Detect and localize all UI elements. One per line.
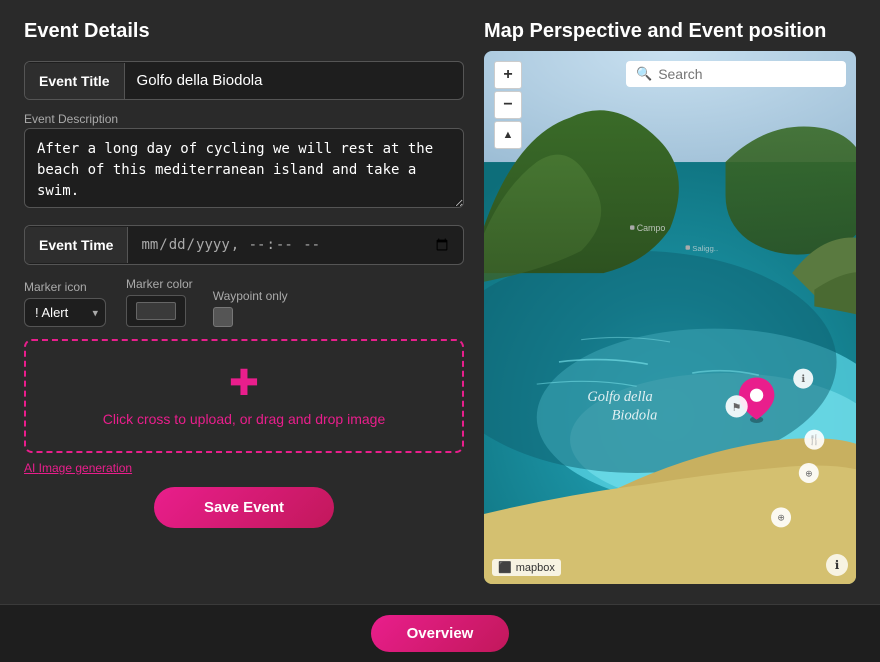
- marker-icon-select-wrapper[interactable]: ! Alert 📍 Pin ⭐ Star: [24, 298, 106, 327]
- marker-color-picker[interactable]: [126, 295, 186, 327]
- event-description-label: Event Description: [24, 112, 464, 126]
- poi-marker-1[interactable]: ⚑: [726, 395, 748, 417]
- overview-button[interactable]: Overview: [371, 615, 510, 652]
- left-panel-title: Event Details: [24, 20, 464, 43]
- event-time-label: Event Time: [25, 227, 128, 263]
- svg-text:Campo: Campo: [637, 223, 666, 233]
- color-inner: [136, 302, 176, 320]
- mapbox-attribution: ⬛ mapbox: [492, 559, 561, 576]
- marker-icon-label: Marker icon: [24, 280, 106, 294]
- left-panel: Event Details Event Title Event Descript…: [24, 20, 464, 584]
- map-svg: Golfo della Biodola ⚑ ℹ: [484, 51, 856, 584]
- upload-text: Click cross to upload, or drag and drop …: [103, 411, 385, 427]
- upload-area[interactable]: ✚ Click cross to upload, or drag and dro…: [24, 339, 464, 453]
- svg-text:⊕: ⊕: [805, 468, 812, 478]
- marker-row: Marker icon ! Alert 📍 Pin ⭐ Star Marker …: [24, 277, 464, 327]
- map-title: Map Perspective and Event position: [484, 20, 856, 43]
- info-button[interactable]: ℹ: [826, 554, 848, 576]
- poi-marker-2[interactable]: ℹ: [793, 369, 813, 389]
- poi-marker-3[interactable]: 🍴: [804, 430, 824, 450]
- event-description-textarea[interactable]: After a long day of cycling we will rest…: [24, 128, 464, 208]
- svg-text:🍴: 🍴: [808, 433, 820, 446]
- map-search-input[interactable]: [658, 66, 836, 82]
- right-panel: Map Perspective and Event position: [484, 20, 856, 584]
- marker-color-label: Marker color: [126, 277, 193, 291]
- waypoint-only-group: Waypoint only: [213, 289, 288, 327]
- save-event-button[interactable]: Save Event: [154, 487, 334, 528]
- svg-text:Biodola: Biodola: [612, 408, 658, 424]
- poi-marker-5[interactable]: ⊕: [771, 507, 791, 527]
- zoom-out-button[interactable]: −: [494, 91, 522, 119]
- mapbox-logo: ⬛: [498, 561, 512, 574]
- event-time-row: Event Time: [24, 225, 464, 265]
- ai-link-text[interactable]: Image generation: [39, 461, 132, 475]
- svg-text:ℹ: ℹ: [801, 374, 805, 385]
- bottom-bar: Overview: [0, 604, 880, 662]
- svg-text:Saligg..: Saligg..: [692, 244, 718, 253]
- event-description-group: Event Description After a long day of cy…: [24, 112, 464, 213]
- search-icon: 🔍: [636, 66, 652, 82]
- event-title-label: Event Title: [25, 63, 125, 99]
- map-container[interactable]: Golfo della Biodola ⚑ ℹ: [484, 51, 856, 584]
- poi-marker-4[interactable]: ⊕: [799, 463, 819, 483]
- compass-button[interactable]: ▲: [494, 121, 522, 149]
- svg-text:Golfo della: Golfo della: [587, 389, 652, 405]
- svg-text:⊕: ⊕: [777, 513, 784, 523]
- marker-icon-select[interactable]: ! Alert 📍 Pin ⭐ Star: [24, 298, 106, 327]
- mapbox-label: mapbox: [516, 562, 555, 574]
- waypoint-only-checkbox[interactable]: [213, 307, 233, 327]
- event-title-row: Event Title: [24, 61, 464, 100]
- marker-icon-group: Marker icon ! Alert 📍 Pin ⭐ Star: [24, 280, 106, 327]
- event-time-input[interactable]: [128, 226, 463, 264]
- map-controls: + − ▲: [494, 61, 522, 149]
- marker-color-group: Marker color: [126, 277, 193, 327]
- upload-plus-icon: ✚: [229, 365, 259, 401]
- event-title-input[interactable]: [125, 62, 463, 99]
- waypoint-only-label: Waypoint only: [213, 289, 288, 303]
- ai-image-generation-link[interactable]: AI Image generation: [24, 461, 464, 475]
- map-search-bar: 🔍: [626, 61, 846, 87]
- zoom-in-button[interactable]: +: [494, 61, 522, 89]
- ai-label: AI: [24, 461, 39, 475]
- svg-text:⚑: ⚑: [732, 402, 742, 414]
